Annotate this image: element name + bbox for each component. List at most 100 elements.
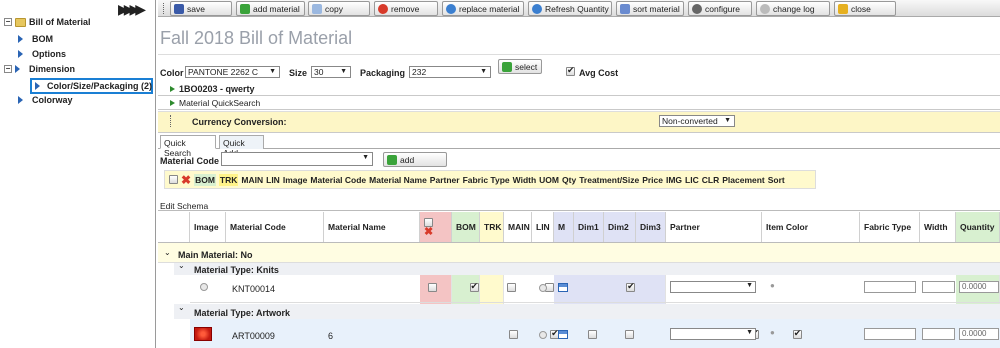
remove-checkbox[interactable] — [428, 283, 437, 292]
collapse-icon[interactable]: − — [4, 18, 12, 26]
lin-radio[interactable] — [539, 331, 547, 339]
replace-material-button[interactable]: replace material — [442, 1, 524, 16]
tree-item-color-size-packaging[interactable]: Color/Size/Packaging (2) — [30, 78, 153, 94]
header-fabric-type[interactable]: Fabric Type — [860, 212, 920, 242]
packaging-select-value: 232 — [412, 67, 427, 77]
tree-item-colorway[interactable]: Colorway — [18, 95, 73, 105]
change-log-button[interactable]: change log — [756, 1, 830, 16]
save-button[interactable]: save — [170, 1, 232, 16]
collapse-icon[interactable]: − — [4, 65, 12, 73]
sort-material-button[interactable]: sort material — [616, 1, 684, 16]
partner-select[interactable] — [670, 281, 756, 293]
material-code: KNT00014 — [232, 284, 276, 294]
remove-button[interactable]: remove — [374, 1, 438, 16]
close-icon[interactable]: ✖ — [181, 173, 191, 187]
header-material-name[interactable]: Material Name — [324, 212, 420, 242]
group-label: Main Material: No — [178, 250, 253, 260]
packaging-select[interactable]: 232 ▼ — [409, 66, 491, 78]
col-material-code: Material Code — [310, 174, 367, 185]
chevron-down-icon: ▼ — [480, 68, 487, 75]
configure-button[interactable]: configure — [688, 1, 752, 16]
header-main[interactable]: MAIN — [504, 212, 532, 242]
close-icon[interactable]: ✖ — [424, 226, 433, 237]
partner-select[interactable] — [670, 328, 756, 340]
col-trk: TRK — [218, 173, 239, 186]
material-code-combo[interactable]: ▼ — [221, 152, 373, 166]
clock-icon — [760, 3, 770, 14]
header-material-code[interactable]: Material Code — [226, 212, 324, 242]
bom-grid: Image Material Code Material Name ✖ BOM … — [158, 212, 1000, 348]
fabric-type-input[interactable] — [864, 281, 916, 293]
header-partner[interactable]: Partner — [666, 212, 762, 242]
size-label: Size — [289, 68, 308, 78]
header-image[interactable]: Image — [190, 212, 226, 242]
avg-cost-checkbox[interactable] — [566, 65, 575, 76]
expand-icon[interactable] — [18, 96, 23, 104]
tab-quick-add[interactable]: Quick Add — [219, 135, 264, 158]
calendar-icon[interactable] — [558, 283, 568, 292]
lin-radio[interactable] — [539, 284, 547, 292]
color-select[interactable]: PANTONE 2262 C ▼ — [185, 66, 280, 78]
close-button[interactable]: close — [834, 1, 896, 16]
group-row-main-material[interactable] — [158, 243, 1000, 263]
header-dim2[interactable]: Dim2 — [604, 212, 636, 242]
header-quantity[interactable]: Quantity — [956, 212, 1000, 242]
add-material-button[interactable]: add material — [236, 1, 305, 16]
size-select-value: 30 — [314, 67, 324, 77]
select-all-checkbox[interactable] — [424, 217, 433, 227]
main-checkbox[interactable] — [625, 330, 635, 339]
expand-icon[interactable] — [18, 35, 23, 43]
item-code-section[interactable]: 1BO0203 - qwerty — [158, 82, 1000, 96]
expand-icon[interactable] — [35, 82, 40, 90]
tree-item-dimension[interactable]: − Dimension — [4, 64, 75, 74]
header-bom[interactable]: BOM — [452, 212, 480, 242]
refresh-quantity-button[interactable]: Refresh Quantity — [528, 1, 612, 16]
chevron-down-icon[interactable]: ⌄ — [178, 261, 185, 270]
width-input[interactable] — [922, 281, 955, 293]
fabric-type-input[interactable] — [864, 328, 916, 340]
header-dim1[interactable]: Dim1 — [574, 212, 604, 242]
expand-icon — [170, 86, 175, 92]
bom-checkbox[interactable] — [469, 281, 479, 292]
tree-item-label: BOM — [32, 34, 53, 44]
calendar-icon[interactable] — [558, 330, 568, 339]
dim1-checkbox[interactable] — [626, 281, 636, 292]
size-select[interactable]: 30 ▼ — [311, 66, 351, 78]
trk-checkbox[interactable] — [587, 330, 597, 339]
header-dim3[interactable]: Dim3 — [636, 212, 666, 242]
divider — [158, 210, 1000, 211]
col-placement: Placement — [722, 174, 765, 185]
chevron-down-icon[interactable]: ⌄ — [178, 303, 185, 312]
header-item-color[interactable]: Item Color — [762, 212, 860, 242]
header-width[interactable]: Width — [920, 212, 956, 242]
tree-root[interactable]: − Bill of Material — [4, 17, 91, 27]
select-all-checkbox[interactable] — [169, 175, 178, 184]
expand-icon[interactable] — [15, 65, 20, 73]
quantity-input[interactable]: 0.0000 — [959, 328, 999, 340]
dim3-checkbox[interactable] — [792, 328, 802, 339]
remove-checkbox[interactable] — [508, 330, 518, 339]
expand-icon[interactable] — [18, 50, 23, 58]
subgroup-row[interactable] — [174, 263, 1000, 275]
tree-item-options[interactable]: Options — [18, 49, 66, 59]
chevron-down-icon[interactable]: ⌄ — [164, 248, 171, 257]
header-m[interactable]: M — [554, 212, 574, 242]
material-quicksearch-section[interactable]: Material QuickSearch — [158, 97, 1000, 110]
col-bom: BOM — [194, 173, 216, 186]
copy-button[interactable]: copy — [308, 1, 370, 16]
select-button[interactable]: select — [498, 59, 542, 74]
tree-item-bom[interactable]: BOM — [18, 34, 53, 44]
header-trk[interactable]: TRK — [480, 212, 504, 242]
tab-quick-search[interactable]: Quick Search — [160, 135, 216, 158]
add-button[interactable]: add — [383, 152, 447, 167]
header-lin[interactable]: LIN — [532, 212, 554, 242]
toolbar-grip[interactable] — [163, 3, 165, 14]
trk-checkbox[interactable] — [507, 283, 517, 292]
header-remove[interactable]: ✖ — [420, 212, 452, 242]
material-thumbnail[interactable] — [194, 327, 212, 341]
subgroup-row[interactable] — [174, 304, 1000, 319]
width-input[interactable] — [922, 328, 955, 340]
quantity-input[interactable]: 0.0000 — [959, 281, 999, 293]
collapse-panel-icon[interactable]: ▶▶▶▶ — [118, 1, 146, 18]
currency-select[interactable]: Non-converted ▼ — [659, 115, 735, 127]
